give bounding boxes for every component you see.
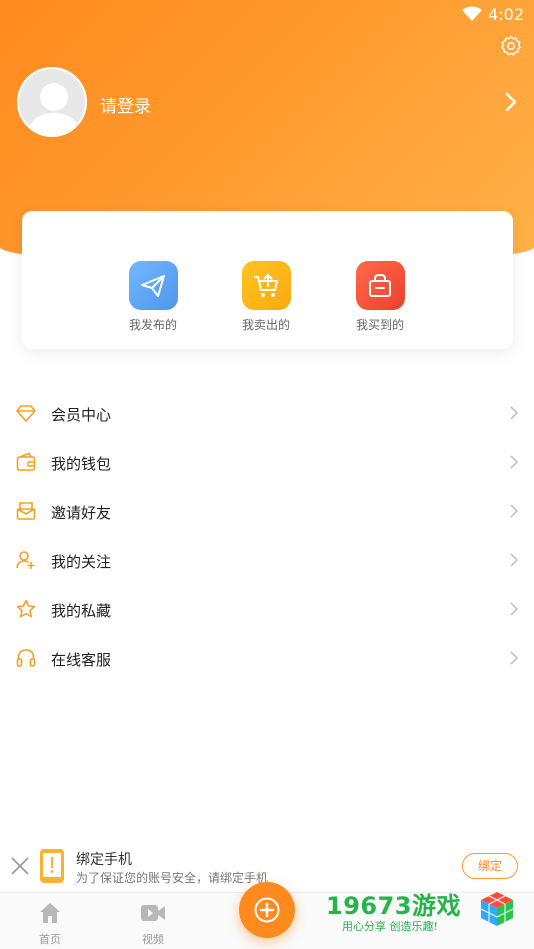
menu-item-invite-friends[interactable]: 邀请好友 (0, 487, 534, 536)
rubiks-cube-icon (480, 892, 514, 926)
status-time: 4:02 (488, 5, 524, 24)
quick-action-bought[interactable]: 我买到的 (340, 261, 420, 333)
publish-plus-button[interactable] (239, 882, 295, 938)
menu-item-customer-service[interactable]: 在线客服 (0, 634, 534, 683)
wifi-icon (462, 6, 482, 21)
headset-icon (16, 649, 36, 667)
user-plus-icon (16, 551, 35, 569)
menu-item-vip-center[interactable]: 会员中心 (0, 389, 534, 438)
plus-icon (254, 897, 280, 923)
star-icon (16, 599, 36, 618)
quick-actions-card: 我发布的 我卖出的 我买到的 (22, 211, 513, 349)
home-icon (40, 903, 60, 923)
shopping-bag-icon (355, 261, 405, 310)
quick-action-label: 我发布的 (128, 318, 177, 332)
avatar[interactable] (17, 67, 87, 137)
wallet-icon (16, 452, 36, 471)
paper-plane-icon (128, 261, 178, 310)
menu-item-following[interactable]: 我的关注 (0, 536, 534, 585)
settings-gear-icon[interactable] (500, 35, 522, 57)
chevron-right-icon (510, 406, 518, 420)
quick-action-label: 我买到的 (355, 318, 404, 332)
login-prompt[interactable]: 请登录 (100, 92, 151, 117)
status-bar: 4:02 (0, 0, 534, 30)
chevron-right-icon (510, 553, 518, 567)
watermark-title: 19673游戏 (326, 892, 461, 920)
chevron-right-icon (510, 455, 518, 469)
bind-phone-title: 绑定手机 (76, 852, 132, 868)
tab-home[interactable]: 首页 (20, 901, 80, 947)
quick-action-label: 我卖出的 (241, 318, 290, 332)
tab-label: 首页 (39, 933, 61, 946)
watermark-logo: 19673游戏 用心分享 创造乐趣! (322, 884, 522, 934)
menu-item-wallet[interactable]: 我的钱包 (0, 438, 534, 487)
envelope-icon (16, 502, 36, 520)
menu-item-label: 会员中心 (51, 406, 112, 424)
chevron-right-icon[interactable] (504, 92, 518, 112)
video-icon (141, 905, 165, 921)
menu-item-label: 我的私藏 (51, 602, 112, 620)
bind-phone-description: 为了保证您的账号安全，请绑定手机 (76, 871, 269, 885)
menu-list: 会员中心 我的钱包 邀请好友 我的关注 我的私藏 在线客服 (0, 389, 534, 683)
menu-item-label: 在线客服 (51, 651, 112, 669)
chevron-right-icon (510, 651, 518, 665)
watermark-subtitle: 用心分享 创造乐趣! (342, 920, 438, 933)
quick-action-published[interactable]: 我发布的 (113, 261, 193, 333)
menu-item-favorites[interactable]: 我的私藏 (0, 585, 534, 634)
tab-label: 视频 (142, 933, 164, 946)
cart-upload-icon (241, 261, 291, 310)
chevron-right-icon (510, 602, 518, 616)
chevron-right-icon (510, 504, 518, 518)
phone-icon (40, 849, 64, 883)
bind-phone-button[interactable]: 绑定 (462, 853, 518, 879)
quick-action-sold[interactable]: 我卖出的 (226, 261, 306, 333)
menu-item-label: 我的关注 (51, 553, 112, 571)
tab-video[interactable]: 视频 (123, 901, 183, 947)
menu-item-label: 邀请好友 (51, 504, 112, 522)
diamond-icon (16, 405, 36, 422)
close-icon[interactable] (10, 856, 30, 876)
menu-item-label: 我的钱包 (51, 455, 112, 473)
